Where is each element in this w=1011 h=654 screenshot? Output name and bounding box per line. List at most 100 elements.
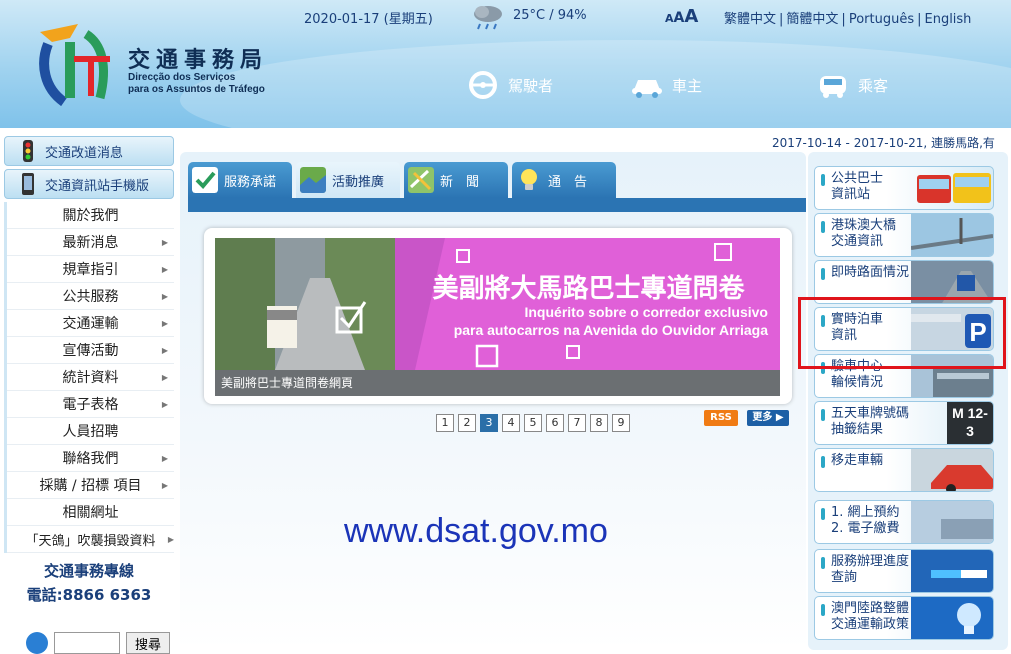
quicklink-label: 移走車輛 [831, 453, 884, 468]
sidebar-item-transport[interactable]: 交通運輸 ▶ [7, 310, 174, 337]
chevron-right-icon: ▶ [161, 372, 168, 382]
hotline-box: 交通事務專線 電話:8866 6363 [4, 559, 174, 607]
page-4-button[interactable]: 4 [502, 414, 520, 432]
sidebar-item-about[interactable]: 關於我們 [7, 202, 174, 229]
content-tabs: 服務承諾 活動推廣 新 聞 通 告 [188, 162, 616, 198]
sidebar-item-statistics[interactable]: 統計資料 ▶ [7, 364, 174, 391]
lang-english[interactable]: English [924, 12, 971, 27]
chevron-right-icon: ▶ [161, 291, 168, 301]
quicklink-label: 五天車牌號碼 抽籤結果 [831, 406, 910, 437]
sidebar-item-regulations[interactable]: 規章指引 ▶ [7, 256, 174, 283]
sidebar-item-campaigns[interactable]: 宣傳活動 ▶ [7, 337, 174, 364]
font-small-button[interactable]: A [665, 12, 674, 25]
tab-news[interactable]: 新 聞 [404, 162, 508, 198]
rss-button[interactable]: RSS [704, 410, 738, 426]
quicklink-online-booking[interactable]: 1. 網上預約 2. 電子繳費 [814, 500, 994, 544]
quicklink-bridge-info[interactable]: 港珠澳大橋 交通資訊 [814, 213, 994, 257]
page-7-button[interactable]: 7 [568, 414, 586, 432]
banner-subtitle-2: para autocarros na Avenida do Ouvidor Ar… [453, 322, 768, 338]
weather-reading: 25°C / 94% [513, 8, 587, 23]
menu-label: 關於我們 [62, 208, 119, 224]
menu-label: 宣傳活動 [62, 343, 119, 359]
banner-subtitle-1: Inquérito sobre o corredor exclusivo [524, 304, 768, 320]
search-row: 搜尋 [26, 632, 171, 654]
more-button[interactable]: 更多 ▶ [747, 410, 789, 426]
logo-cn: 交通事務局 [128, 47, 269, 72]
tab-notices[interactable]: 通 告 [512, 162, 616, 198]
font-large-button[interactable]: A [684, 6, 698, 27]
lang-portuguese[interactable]: Português [849, 12, 914, 27]
language-switcher: 繁體中文 | 簡體中文 | Português | English [724, 12, 972, 27]
page-9-button[interactable]: 9 [612, 414, 630, 432]
quicklink-label: 服務辦理進度 查詢 [831, 554, 910, 585]
tab-promotions[interactable]: 活動推廣 [296, 162, 400, 198]
traffic-diversion-button[interactable]: 交通改道消息 [4, 136, 174, 166]
quicklink-vehicle-removal[interactable]: 移走車輛 [814, 448, 994, 492]
mobile-site-label: 交通資訊站手機版 [45, 178, 150, 194]
nav-driver-label: 駕駛者 [508, 76, 554, 95]
sidebar-item-links[interactable]: 相關網址 [7, 499, 174, 526]
lightbulb-icon [521, 169, 537, 190]
lang-traditional-chinese[interactable]: 繁體中文 [724, 12, 776, 27]
traffic-light-icon [23, 140, 33, 162]
chevron-right-icon: ▶ [161, 399, 168, 409]
tab-service-pledge[interactable]: 服務承諾 [188, 162, 292, 198]
chevron-right-icon: ▶ [161, 345, 168, 355]
site-url-watermark: www.dsat.gov.mo [344, 512, 608, 550]
quicklink-plate-lottery[interactable]: 五天車牌號碼 抽籤結果 M 12-3 [814, 401, 994, 445]
menu-label: 相關網址 [62, 505, 119, 521]
page-5-button[interactable]: 5 [524, 414, 542, 432]
tab-label: 活動推廣 [332, 174, 385, 190]
sidebar-item-recruitment[interactable]: 人員招聘 [7, 418, 174, 445]
quicklink-progress-inquiry[interactable]: 服務辦理進度 查詢 [814, 549, 994, 593]
quicklink-bus-info[interactable]: 公共巴士 資訊站 [814, 166, 994, 210]
search-button[interactable]: 搜尋 [126, 632, 171, 654]
search-input[interactable] [54, 632, 120, 654]
font-size-controls: AAA [665, 6, 698, 27]
nav-passenger-label: 乘客 [858, 76, 889, 95]
page-8-button[interactable]: 8 [590, 414, 608, 432]
page-2-button[interactable]: 2 [458, 414, 476, 432]
rain-cloud-icon [474, 6, 502, 30]
nav-passenger[interactable]: 乘客 [816, 68, 888, 102]
sidebar-item-news[interactable]: 最新消息 ▶ [7, 229, 174, 256]
sidebar-item-public-services[interactable]: 公共服務 ▶ [7, 283, 174, 310]
banner-caption[interactable]: 美副將巴士專道問卷網頁 [215, 370, 780, 396]
sidebar-item-forms[interactable]: 電子表格 ▶ [7, 391, 174, 418]
tow-truck-icon [911, 449, 993, 491]
sidebar-item-procurement[interactable]: 採購 / 招標 項目 ▶ [7, 472, 174, 499]
current-date: 2020-01-17 (星期五) [304, 12, 433, 27]
tab-label: 通 告 [548, 174, 588, 190]
quicklink-label: 公共巴士 資訊站 [831, 171, 884, 202]
banner-title: 美副將大馬路巴士專道問卷 [432, 274, 745, 304]
banner-image[interactable]: 美副將大馬路巴士專道問卷 Inquérito sobre o corredor … [215, 238, 780, 370]
page-1-button[interactable]: 1 [436, 414, 454, 432]
chevron-right-icon: ▶ [161, 237, 168, 247]
highlight-box [798, 297, 1006, 369]
mobile-phone-icon [22, 173, 34, 195]
search-icon [26, 632, 48, 654]
menu-label: 人員招聘 [62, 424, 119, 440]
chevron-right-icon: ▶ [161, 480, 168, 490]
lang-simplified-chinese[interactable]: 簡體中文 [786, 12, 838, 27]
dsat-logo-icon [39, 24, 110, 106]
page-3-button[interactable]: 3 [480, 414, 498, 432]
page-6-button[interactable]: 6 [546, 414, 564, 432]
font-medium-button[interactable]: A [674, 10, 685, 26]
lightbulb-photo-icon [911, 597, 993, 639]
nav-owner[interactable]: 車主 [630, 68, 702, 102]
quicklink-transport-policy[interactable]: 澳門陸路整體 交通運輸政策 [814, 596, 994, 640]
mobile-site-button[interactable]: 交通資訊站手機版 [4, 169, 174, 199]
news-ticker[interactable]: 2017-10-14 - 2017-10-21, 連勝馬路,有 [772, 134, 1011, 151]
quicklink-label: 港珠澳大橋 交通資訊 [831, 218, 897, 249]
sidebar-item-typhoon-damage[interactable]: 「天鴿」吹襲損毀資料 ▶ [7, 526, 174, 553]
sidebar-item-contact[interactable]: 聯絡我們 ▶ [7, 445, 174, 472]
chevron-right-icon: ▶ [161, 264, 168, 274]
nav-driver[interactable]: 駕駛者 [466, 68, 553, 102]
header: 交通事務局 Direcção dos Serviços para os Assu… [0, 0, 1011, 128]
tab-content-bar [188, 198, 806, 212]
logo-text: 交通事務局 Direcção dos Serviços para os Assu… [128, 48, 268, 96]
checkmark-icon [192, 167, 218, 193]
bus-icon [820, 76, 846, 98]
chevron-right-icon: ▶ [167, 534, 174, 544]
